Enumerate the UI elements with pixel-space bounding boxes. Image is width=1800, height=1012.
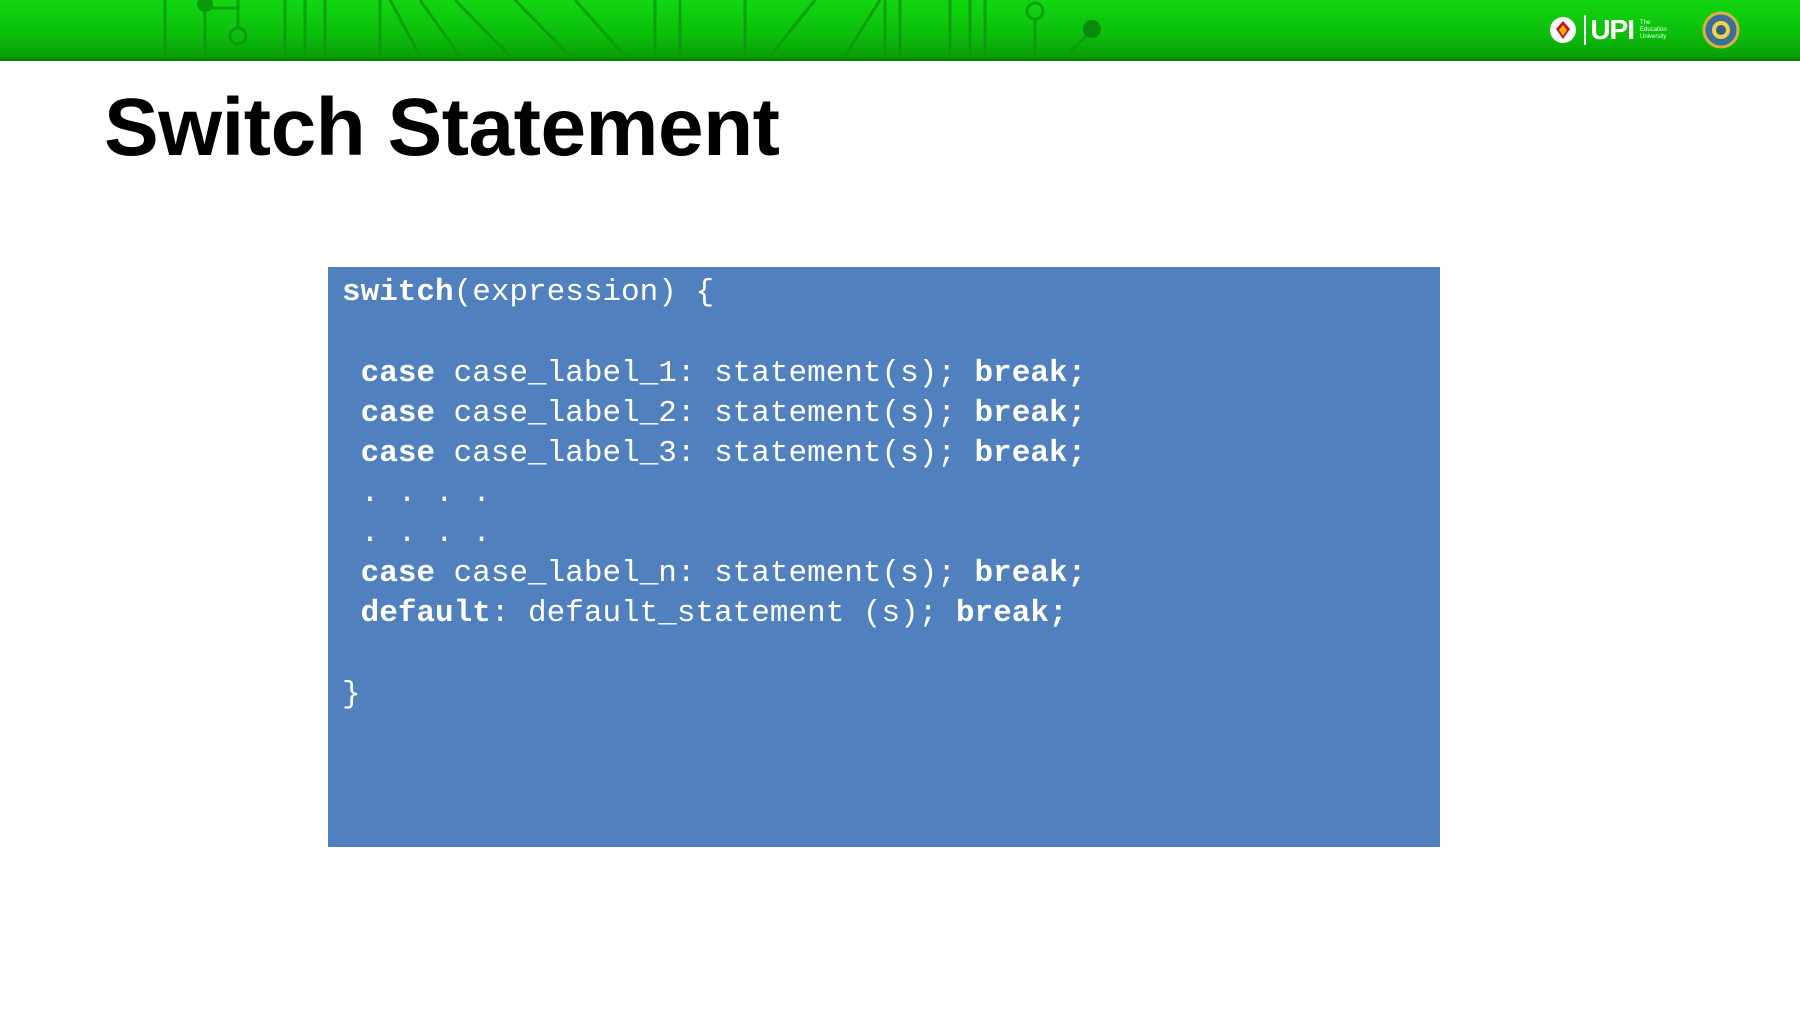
code-keyword: break; (974, 436, 1087, 471)
upi-logo-tagline: The Education University (1640, 19, 1667, 40)
code-text: (expression) { (453, 275, 715, 310)
code-text: case_label_n: statement(s); (435, 556, 975, 591)
code-text: . . . . (342, 516, 491, 551)
circuit-pattern (163, 0, 1101, 58)
code-text: case_label_3: statement(s); (435, 436, 975, 471)
code-keyword: default (360, 596, 491, 631)
upi-logo-text: UPI (1584, 15, 1635, 45)
university-seal-icon (1702, 11, 1740, 49)
code-line: . . . . (342, 474, 491, 514)
upi-emblem-icon (1550, 17, 1577, 43)
code-line: case case_label_3: statement(s); break; (342, 434, 1087, 474)
code-line: case case_label_2: statement(s); break; (342, 394, 1087, 434)
code-line: default: default_statement (s); break; (342, 594, 1068, 634)
code-block: switch(expression) { case case_label_1: … (328, 267, 1440, 847)
code-text: : default_statement (s); (490, 596, 956, 631)
code-text: } (342, 677, 361, 712)
code-line: } (342, 675, 361, 715)
code-keyword: case (360, 556, 436, 591)
code-keyword: case (360, 436, 436, 471)
code-keyword: case (360, 356, 436, 391)
code-keyword: break; (974, 356, 1087, 391)
code-line: switch(expression) { (342, 273, 714, 313)
slide-title: Switch Statement (104, 82, 780, 173)
code-text: case_label_1: statement(s); (435, 356, 975, 391)
code-keyword: case (360, 396, 436, 431)
logo-group: UPI The Education University (1548, 10, 1740, 50)
code-keyword: break; (974, 556, 1087, 591)
code-line: . . . . (342, 514, 491, 554)
code-keyword: break; (974, 396, 1087, 431)
header-bar: UPI The Education University (0, 0, 1800, 61)
code-text: . . . . (342, 476, 491, 511)
code-keyword: break; (955, 596, 1068, 631)
code-line: case case_label_1: statement(s); break; (342, 354, 1087, 394)
code-text: case_label_2: statement(s); (435, 396, 975, 431)
code-keyword: switch (342, 275, 454, 310)
code-line: case case_label_n: statement(s); break; (342, 554, 1087, 594)
